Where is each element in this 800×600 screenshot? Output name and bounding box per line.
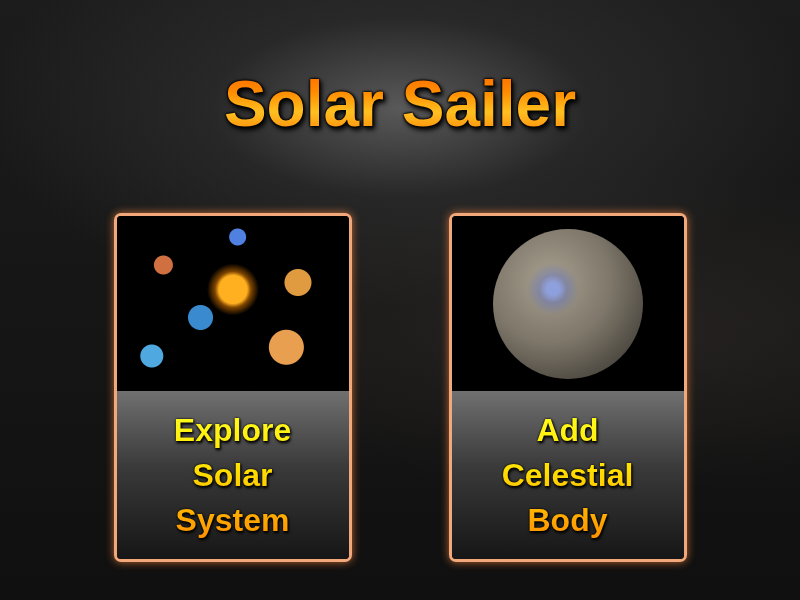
- card-label: AddCelestialBody: [452, 391, 684, 559]
- label-line: System: [174, 498, 291, 543]
- label-line: Celestial: [502, 453, 634, 498]
- planet-picture: [452, 216, 684, 391]
- game-title: Solar Sailer: [212, 64, 588, 144]
- main-menu: Solar Sailer ExploreSolarSystem AddCelesti…: [0, 0, 800, 600]
- label-line: Add: [502, 408, 634, 453]
- planet-sphere: [493, 229, 643, 379]
- menu-cards: ExploreSolarSystem AddCelestialBody: [114, 213, 687, 562]
- label-line: Explore: [174, 408, 291, 453]
- menu-card[interactable]: ExploreSolarSystem: [114, 213, 352, 562]
- card-label-text: AddCelestialBody: [502, 408, 634, 543]
- label-line: Body: [502, 498, 634, 543]
- menu-card[interactable]: AddCelestialBody: [449, 213, 687, 562]
- card-label-text: ExploreSolarSystem: [174, 408, 291, 543]
- card-label: ExploreSolarSystem: [117, 391, 349, 559]
- label-line: Solar: [174, 453, 291, 498]
- solar-system-picture: [117, 216, 349, 391]
